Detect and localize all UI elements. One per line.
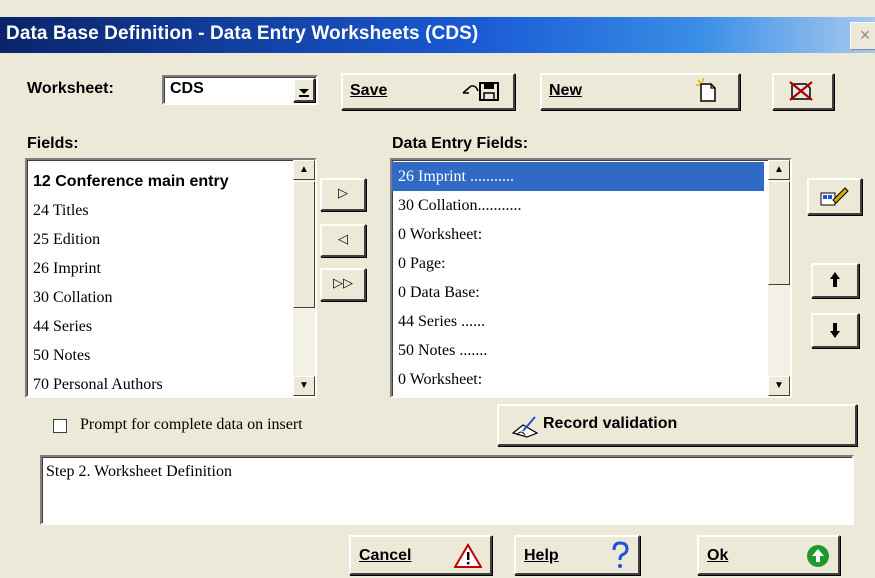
list-item[interactable]: 50 Notes [27, 341, 292, 370]
new-button-label: New [549, 82, 582, 99]
delete-worksheet-button[interactable] [772, 73, 834, 110]
cancel-button[interactable]: Cancel [349, 535, 492, 575]
fields-scrollbar[interactable]: ▲ ▼ [293, 160, 315, 396]
help-button[interactable]: Help [514, 535, 640, 575]
scroll-down-button[interactable]: ▼ [768, 376, 790, 396]
cancel-button-label: Cancel [359, 547, 412, 564]
scroll-thumb[interactable] [768, 181, 790, 285]
help-icon [612, 541, 629, 568]
edit-field-button[interactable] [807, 178, 862, 215]
add-all-fields-button[interactable]: ▷▷ [320, 268, 366, 301]
save-icon [462, 82, 499, 101]
data-entry-scrollbar[interactable]: ▲ ▼ [768, 160, 790, 396]
scroll-up-button[interactable]: ▲ [293, 160, 315, 180]
ok-up-arrow-icon [807, 545, 829, 567]
remove-field-button[interactable]: ◁ [320, 224, 366, 257]
new-button[interactable]: New [540, 73, 740, 110]
list-item[interactable]: 24 Titles [27, 196, 292, 225]
status-area: Step 2. Worksheet Definition [40, 455, 854, 525]
edit-icon [820, 187, 849, 206]
worksheet-select[interactable]: CDS [162, 75, 318, 105]
record-validation-icon [511, 416, 539, 438]
list-item[interactable]: 50 Notes ....... [392, 336, 764, 365]
list-item[interactable]: 0 Data Base: [392, 278, 764, 307]
arrow-up-icon [830, 272, 840, 287]
add-field-button[interactable]: ▷ [320, 178, 366, 211]
delete-icon [789, 81, 813, 101]
arrow-down-icon [830, 323, 840, 338]
fields-label: Fields: [27, 135, 79, 152]
list-item[interactable]: 0 Worksheet: [392, 365, 764, 394]
move-up-button[interactable] [811, 263, 859, 298]
data-entry-items: 26 Imprint ........... 30 Collation.....… [392, 162, 764, 394]
fields-list[interactable]: 12 Conference main entry 24 Titles 25 Ed… [25, 158, 317, 398]
list-item[interactable]: 0 Worksheet: [392, 220, 764, 249]
list-item-selected[interactable]: 26 Imprint ........... [392, 162, 764, 191]
window-title: Data Base Definition - Data Entry Worksh… [6, 23, 479, 44]
data-entry-fields-label: Data Entry Fields: [392, 135, 529, 152]
prompt-checkbox-label: Prompt for complete data on insert [80, 416, 303, 433]
title-bar[interactable]: Data Base Definition - Data Entry Worksh… [0, 17, 875, 53]
close-button[interactable]: × [850, 22, 875, 50]
list-item[interactable]: 26 Imprint [27, 254, 292, 283]
scroll-up-button[interactable]: ▲ [768, 160, 790, 180]
list-item[interactable]: 12 Conference main entry [27, 167, 292, 196]
save-button-label: Save [350, 82, 388, 99]
warning-icon [454, 543, 482, 568]
data-entry-fields-list[interactable]: 26 Imprint ........... 30 Collation.....… [390, 158, 792, 398]
worksheet-value: CDS [170, 80, 204, 97]
save-button[interactable]: Save [341, 73, 515, 110]
record-validation-button[interactable]: Record validation [497, 404, 857, 446]
prompt-checkbox[interactable] [53, 419, 67, 433]
worksheet-label: Worksheet: [27, 80, 114, 97]
list-item[interactable]: 30 Collation [27, 283, 292, 312]
status-text: Step 2. Worksheet Definition [46, 463, 232, 480]
help-button-label: Help [524, 547, 559, 564]
scroll-down-button[interactable]: ▼ [293, 376, 315, 396]
dialog-window: Data Base Definition - Data Entry Worksh… [0, 0, 875, 578]
move-down-button[interactable] [811, 313, 859, 348]
ok-button-label: Ok [707, 547, 729, 564]
worksheet-dropdown-arrow[interactable] [293, 78, 315, 102]
list-item[interactable]: 0 Page: [392, 249, 764, 278]
list-item[interactable]: 44 Series [27, 312, 292, 341]
list-item[interactable]: 70 Personal Authors [27, 370, 292, 396]
record-validation-label: Record validation [543, 415, 678, 432]
list-item[interactable]: 25 Edition [27, 225, 292, 254]
ok-button[interactable]: Ok [697, 535, 840, 575]
list-item[interactable]: 30 Collation........... [392, 191, 764, 220]
new-document-icon [696, 78, 716, 102]
fields-items: 12 Conference main entry 24 Titles 25 Ed… [27, 167, 292, 396]
scroll-thumb[interactable] [293, 181, 315, 308]
chevron-down-icon [299, 89, 309, 97]
list-item[interactable]: 44 Series ...... [392, 307, 764, 336]
